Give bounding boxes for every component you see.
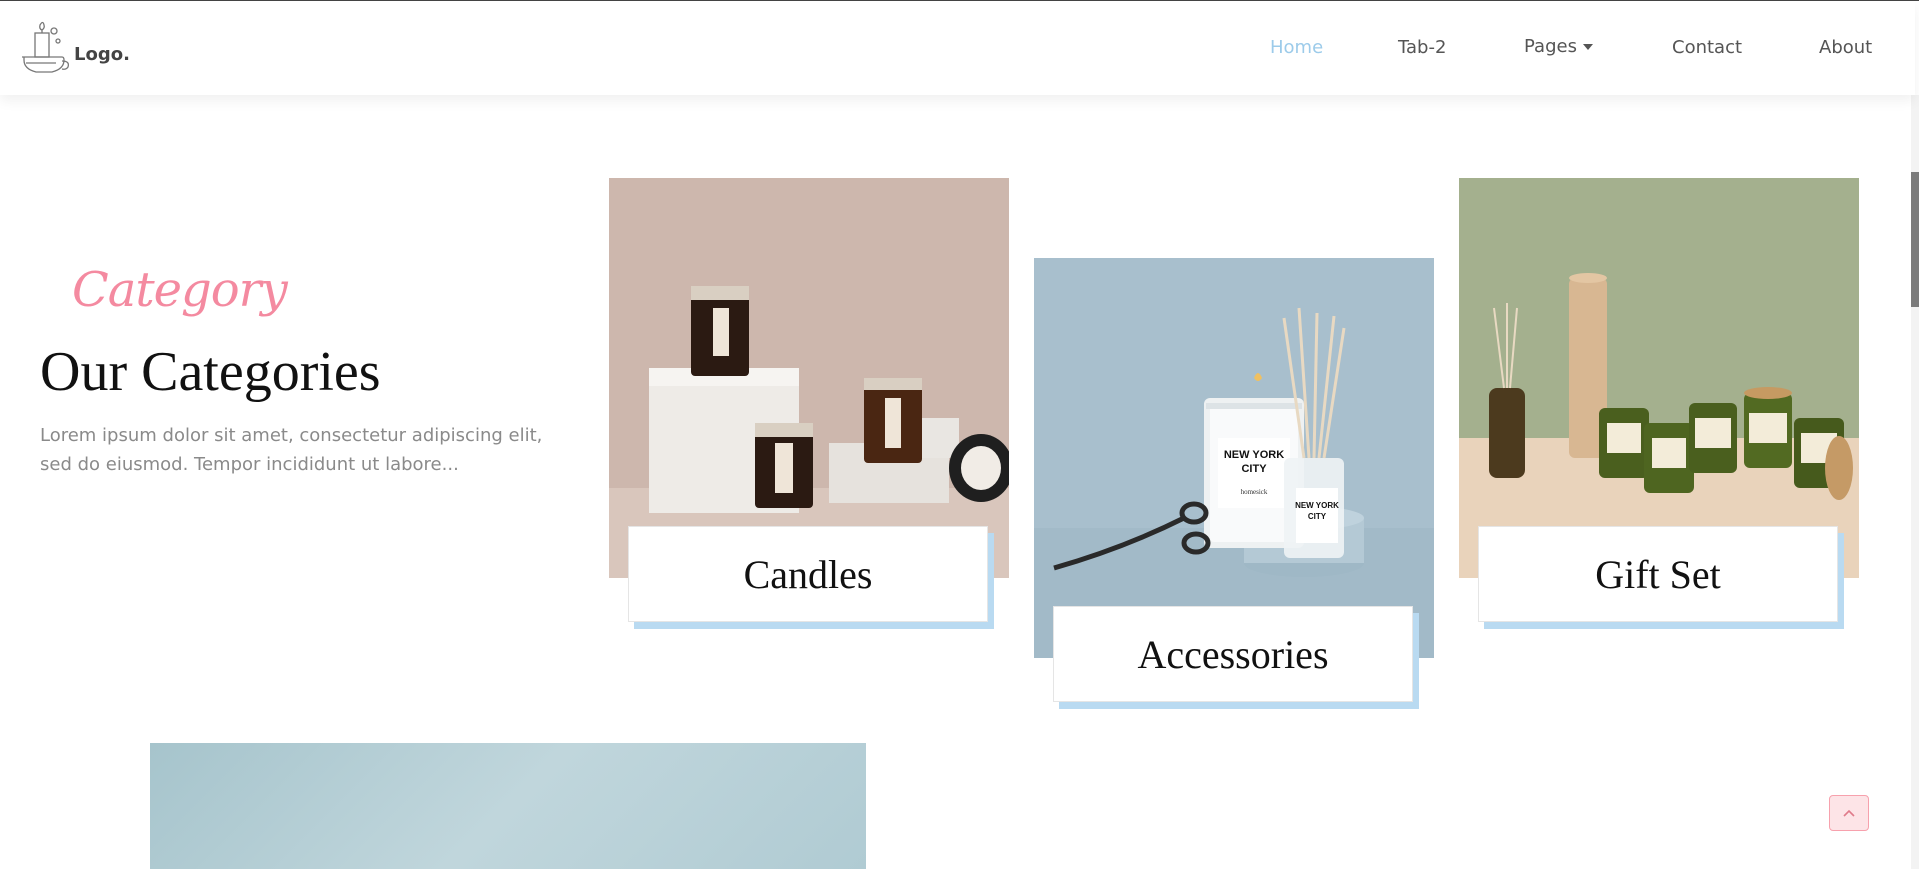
chevron-up-icon — [1843, 809, 1855, 817]
nav-contact[interactable]: Contact — [1672, 37, 1742, 58]
main-nav: Home Tab-2 Pages Contact About — [0, 36, 1915, 61]
section-title: Our Categories — [40, 341, 381, 403]
nav-about[interactable]: About — [1819, 37, 1872, 58]
category-card-accessories[interactable]: Accessories — [1053, 606, 1413, 702]
svg-text:CITY: CITY — [1241, 463, 1267, 475]
svg-text:homesick: homesick — [1241, 488, 1268, 496]
site-header: Logo. Home Tab-2 Pages Contact About — [0, 1, 1915, 95]
nav-pages-label: Pages — [1524, 36, 1577, 57]
section-description: Lorem ipsum dolor sit amet, consectetur … — [40, 425, 543, 475]
candles-photo — [609, 178, 1009, 578]
nav-pages[interactable]: Pages — [1524, 36, 1593, 57]
caret-down-icon — [1582, 44, 1593, 50]
category-script-heading: Category — [72, 262, 288, 318]
gift-set-image[interactable] — [1459, 178, 1859, 578]
banner-image — [150, 743, 866, 869]
candles-image[interactable] — [609, 178, 1009, 578]
category-card-gift-set[interactable]: Gift Set — [1478, 526, 1838, 622]
nav-tab-2[interactable]: Tab-2 — [1398, 37, 1446, 58]
svg-text:CITY: CITY — [1308, 512, 1327, 521]
gift-set-photo — [1459, 178, 1859, 578]
svg-text:NEW YORK: NEW YORK — [1295, 501, 1339, 510]
scroll-to-top-button[interactable] — [1829, 795, 1869, 831]
svg-text:NEW YORK: NEW YORK — [1224, 449, 1284, 461]
accessories-image[interactable]: NEW YORK CITY homesick NEW YORK CITY — [1034, 258, 1434, 658]
category-card-candles[interactable]: Candles — [628, 526, 988, 622]
scrollbar-thumb[interactable] — [1911, 172, 1919, 307]
accessories-photo: NEW YORK CITY homesick NEW YORK CITY — [1034, 258, 1434, 658]
nav-home[interactable]: Home — [1270, 37, 1323, 58]
